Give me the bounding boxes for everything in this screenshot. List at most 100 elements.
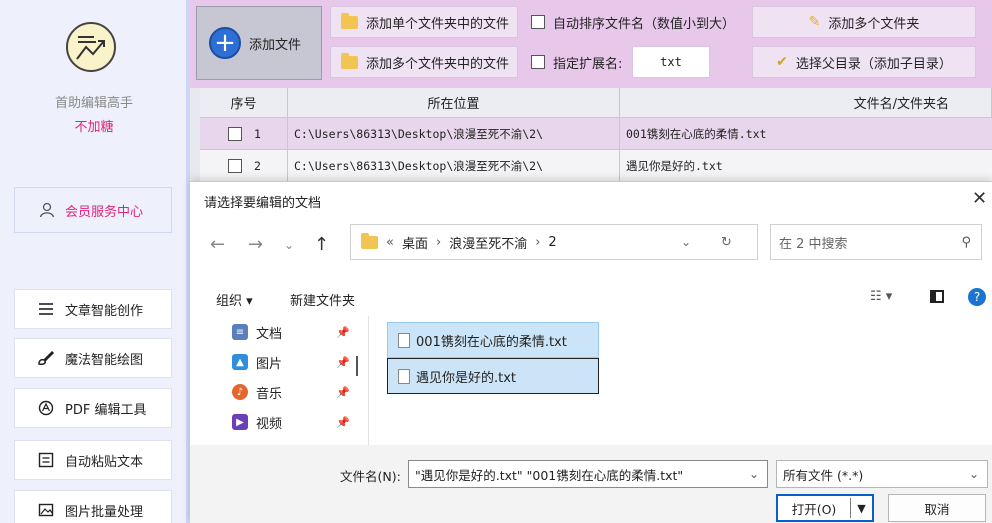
file-item[interactable]: 001镌刻在心底的柔情.txt [387, 322, 599, 358]
nav-item-label: 音乐 [256, 386, 283, 402]
nav-label: PDF 编辑工具 [65, 402, 147, 418]
select-parent-label: 选择父目录（添加子目录） [795, 56, 952, 72]
text-file-icon [398, 332, 410, 348]
app-name: 首助编辑高手 [54, 96, 133, 111]
folder-icon [341, 52, 358, 69]
nav-pdf-tool[interactable]: PDF 编辑工具 [14, 388, 172, 428]
select-parent-button[interactable]: ✔ 选择父目录（添加子目录） [752, 46, 976, 78]
table-row[interactable]: 2 C:\Users\86313\Desktop\浪漫至死不渝\2\ 遇见你是好… [200, 150, 992, 182]
row-path: C:\Users\86313\Desktop\浪漫至死不渝\2\ [288, 150, 620, 181]
up-arrow-icon[interactable]: ↑ [314, 234, 329, 255]
pane-divider [368, 316, 369, 445]
nav-pictures[interactable]: ▲ 图片 [232, 348, 282, 376]
nav-magic-drawing[interactable]: 魔法智能绘图 [14, 338, 172, 378]
pictures-icon: ▲ [232, 354, 248, 370]
address-bar[interactable]: « 桌面 › 浪漫至死不渝 › 2 ⌄ ↻ [350, 224, 758, 260]
dialog-title: 请选择要编辑的文档 [204, 196, 322, 211]
nav-article-creation[interactable]: 文章智能创作 [14, 289, 172, 329]
app-subtitle: 不加糖 [74, 120, 114, 135]
nav-label: 图片批量处理 [65, 504, 144, 520]
breadcrumb-desktop[interactable]: 桌面 [402, 233, 428, 252]
add-single-folder-label: 添加单个文件夹中的文件 [366, 16, 510, 32]
breadcrumb-overflow[interactable]: « [386, 235, 394, 250]
chevron-down-icon[interactable]: ⌄ [681, 235, 691, 249]
breadcrumb-current[interactable]: 2 [548, 235, 556, 250]
checkbox-box[interactable] [531, 15, 545, 29]
nav-documents[interactable]: ≡ 文档 [232, 318, 282, 346]
pin-icon[interactable]: 📌 [336, 416, 350, 429]
specify-ext-checkbox[interactable]: 指定扩展名: [520, 46, 630, 78]
videos-icon: ▶ [232, 414, 248, 430]
add-file-label: 添加文件 [249, 37, 302, 53]
row-filename: 001镌刻在心底的柔情.txt [626, 126, 767, 141]
back-arrow-icon[interactable]: ← [210, 234, 225, 255]
filename-label: 文件名(N): [340, 469, 401, 484]
add-multi-files-button[interactable]: ✎ 添加多个文件夹 [752, 6, 976, 38]
app-window: 首助编辑高手 不加糖 会员服务中心 文章智能创作 魔法智能绘图 PDF 编辑工具… [0, 0, 992, 523]
app-logo-icon [66, 22, 116, 72]
filename-input[interactable]: "遇见你是好的.txt" "001镌刻在心底的柔情.txt" ⌄ [408, 460, 768, 488]
add-multi-folder-label: 添加多个文件夹中的文件 [366, 56, 510, 72]
pane-scrollbar[interactable] [356, 356, 358, 376]
open-button[interactable]: 打开(O) ▼ [776, 494, 874, 522]
pin-icon[interactable]: 📌 [336, 356, 350, 369]
file-open-dialog: 请选择要编辑的文档 ✕ ← → ⌄ ↑ « 桌面 › 浪漫至死不渝 › 2 ⌄ … [190, 181, 992, 523]
plus-icon: + [209, 27, 241, 59]
row-checkbox[interactable] [228, 126, 242, 141]
nav-item-label: 视频 [256, 416, 283, 432]
add-file-button[interactable]: + 添加文件 [196, 6, 322, 80]
col-header-location[interactable]: 所在位置 [288, 88, 620, 118]
pin-icon[interactable]: 📌 [336, 386, 350, 399]
nav-auto-paste[interactable]: 自动粘贴文本 [14, 440, 172, 480]
nav-videos[interactable]: ▶ 视频 [232, 408, 282, 436]
filetype-value: 所有文件 (*.*) [783, 467, 864, 483]
chevron-down-icon[interactable]: ⌄ [749, 467, 759, 481]
cancel-button[interactable]: 取消 [888, 494, 986, 522]
paste-icon [37, 451, 55, 469]
row-checkbox[interactable] [228, 158, 242, 173]
add-multi-folder-button[interactable]: 添加多个文件夹中的文件 [330, 46, 518, 78]
extension-input[interactable]: txt [632, 46, 710, 78]
search-icon[interactable]: ⚲ [961, 235, 971, 250]
auto-sort-checkbox[interactable]: 自动排序文件名（数值小到大） [520, 6, 746, 38]
nav-image-batch[interactable]: 图片批量处理 [14, 490, 172, 523]
row-path: C:\Users\86313\Desktop\浪漫至死不渝\2\ [288, 118, 620, 149]
col-header-filename[interactable]: 文件名/文件夹名 [620, 88, 992, 118]
nav-label: 文章智能创作 [65, 303, 144, 319]
search-field[interactable]: 在 2 中搜索 ⚲ [770, 224, 982, 260]
brush-icon [37, 349, 55, 367]
chevron-down-icon[interactable]: ⌄ [969, 467, 979, 481]
table-row[interactable]: 1 C:\Users\86313\Desktop\浪漫至死不渝\2\ 001镌刻… [200, 118, 992, 150]
help-icon[interactable]: ? [968, 288, 986, 306]
row-filename: 遇见你是好的.txt [626, 158, 723, 173]
add-multi-files-label: 添加多个文件夹 [828, 16, 920, 32]
breadcrumb-folder[interactable]: 浪漫至死不渝 [449, 233, 527, 252]
close-icon[interactable]: ✕ [972, 188, 987, 209]
new-folder-button[interactable]: 新建文件夹 [290, 290, 355, 309]
file-item[interactable]: 遇见你是好的.txt [387, 358, 599, 394]
refresh-icon[interactable]: ↻ [721, 235, 732, 250]
nav-label: 自动粘贴文本 [65, 454, 144, 470]
pencil-icon: ✎ [808, 14, 821, 30]
history-chevron-icon[interactable]: ⌄ [284, 238, 294, 252]
add-single-folder-button[interactable]: 添加单个文件夹中的文件 [330, 6, 518, 38]
preview-pane-icon[interactable] [930, 290, 944, 303]
pdf-icon [37, 399, 55, 417]
nav-label: 魔法智能绘图 [65, 352, 144, 368]
nav-music[interactable]: ♪ 音乐 [232, 378, 282, 406]
filetype-select[interactable]: 所有文件 (*.*) ⌄ [776, 460, 988, 488]
navigation-pane: ≡ 文档 ▲ 图片 ♪ 音乐 ▶ 视频 📌 📌 📌 📌 [190, 316, 366, 446]
pin-icon[interactable]: 📌 [336, 326, 350, 339]
breadcrumb-separator: › [535, 234, 541, 250]
specify-ext-label: 指定扩展名: [553, 56, 623, 72]
open-dropdown-icon[interactable]: ▼ [851, 502, 872, 515]
open-label: 打开(O) [791, 501, 837, 517]
col-header-index[interactable]: 序号 [200, 88, 288, 118]
table-gutter [190, 88, 200, 182]
checkbox-box[interactable] [531, 55, 545, 69]
organize-menu[interactable]: 组织 ▾ [216, 290, 253, 309]
view-options-icon[interactable]: ☷ ▾ [870, 289, 892, 304]
member-center-button[interactable]: 会员服务中心 [14, 187, 172, 233]
forward-arrow-icon[interactable]: → [248, 234, 263, 255]
filename-value: "遇见你是好的.txt" "001镌刻在心底的柔情.txt" [415, 467, 684, 483]
